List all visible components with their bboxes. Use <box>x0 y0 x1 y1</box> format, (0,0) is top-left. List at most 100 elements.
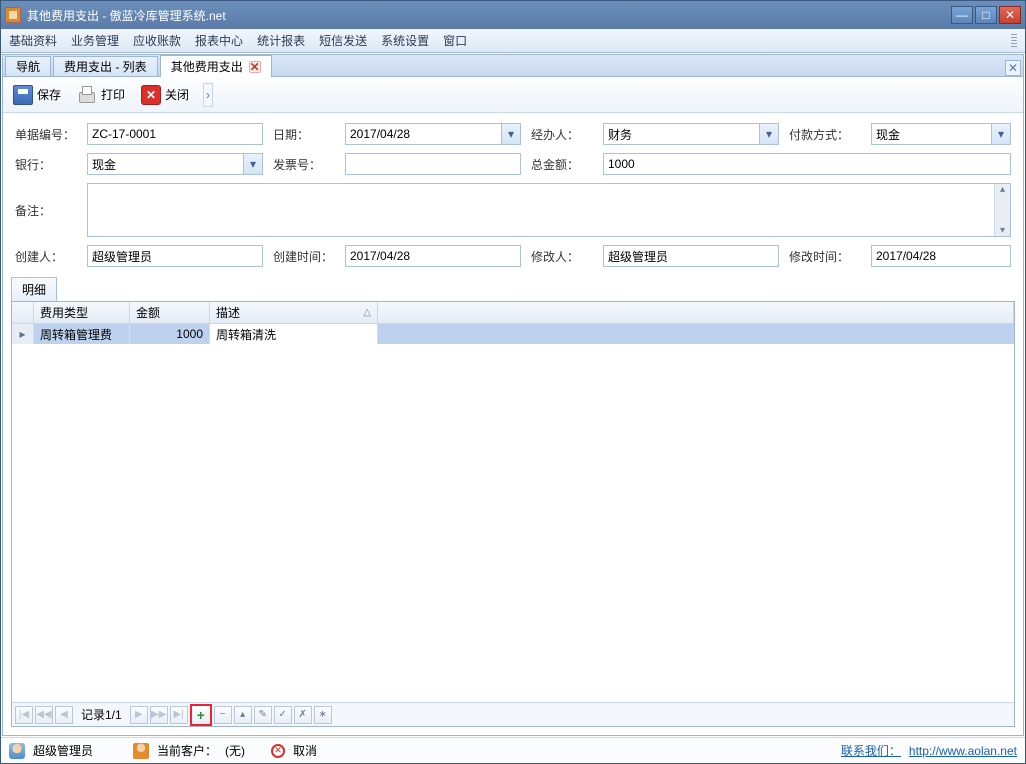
menu-sms[interactable]: 短信发送 <box>319 32 367 49</box>
nav-edit[interactable]: ✎ <box>254 706 272 724</box>
input-date[interactable]: 2017/04/28 <box>345 123 521 145</box>
input-paymethod[interactable]: 现金 <box>871 123 1011 145</box>
nav-first[interactable]: |◀ <box>15 706 33 724</box>
grid-navigator: |◀ ◀◀ ◀ 记录1/1 ▶ ▶▶ ▶| + − ▴ ✎ ✓ ✗ ∗ <box>12 702 1014 726</box>
tabbar: 导航 费用支出 - 列表 其他费用支出 ✕ ✕ <box>3 55 1023 77</box>
maximize-button[interactable]: □ <box>975 6 997 24</box>
window-title: 其他费用支出 - 傲蓝冷库管理系统.net <box>27 7 951 24</box>
menu-ar[interactable]: 应收账款 <box>133 32 181 49</box>
nav-add[interactable]: + <box>190 704 212 726</box>
textarea-scrollbar[interactable] <box>994 184 1010 236</box>
nav-next[interactable]: ▶ <box>130 706 148 724</box>
row-indicator: ▸ <box>12 324 34 344</box>
client-icon <box>133 743 149 759</box>
input-invoice[interactable] <box>345 153 521 175</box>
input-handler[interactable]: 财务 <box>603 123 779 145</box>
save-button[interactable]: 保存 <box>9 83 65 107</box>
status-client-label: 当前客户： <box>157 742 217 759</box>
nav-up[interactable]: ▴ <box>234 706 252 724</box>
col-desc[interactable]: 描述 <box>210 302 378 323</box>
label-invoice: 发票号： <box>273 156 321 173</box>
menubar: 基础资料 业务管理 应收账款 报表中心 统计报表 短信发送 系统设置 窗口 <box>1 29 1025 53</box>
label-date: 日期： <box>273 126 309 143</box>
status-url[interactable]: http://www.aolan.net <box>909 744 1017 758</box>
menu-basic[interactable]: 基础资料 <box>9 32 57 49</box>
label-modifier: 修改人： <box>531 248 579 265</box>
tab-other-expense[interactable]: 其他费用支出 ✕ <box>160 55 272 77</box>
nav-record-text: 记录1/1 <box>75 706 128 723</box>
input-total[interactable]: 1000 <box>603 153 1011 175</box>
nav-check[interactable]: ✓ <box>274 706 292 724</box>
tab-nav[interactable]: 导航 <box>5 56 51 76</box>
input-remark[interactable] <box>87 183 1011 237</box>
tab-close-icon[interactable]: ✕ <box>249 61 261 73</box>
label-paymethod: 付款方式： <box>789 126 849 143</box>
grid-header: 费用类型 金额 描述 <box>12 302 1014 324</box>
toolbar: 保存 打印 ✕ 关闭 › <box>3 77 1023 113</box>
input-creator: 超级管理员 <box>87 245 263 267</box>
col-spacer <box>378 302 1014 323</box>
nav-prevpage[interactable]: ◀◀ <box>35 706 53 724</box>
tab-nav-label: 导航 <box>16 58 40 75</box>
grid-row[interactable]: ▸ 周转箱管理费 1000 周转箱清洗 <box>12 324 1014 344</box>
label-total: 总金额： <box>531 156 579 173</box>
toolbar-overflow[interactable]: › <box>203 83 213 107</box>
detail-tab[interactable]: 明细 <box>11 277 57 301</box>
status-bar: 超级管理员 当前客户： (无) ✕ 取消 联系我们： http://www.ao… <box>1 737 1025 763</box>
menu-window[interactable]: 窗口 <box>443 32 467 49</box>
tab-other-expense-label: 其他费用支出 <box>171 58 243 75</box>
nav-more[interactable]: ∗ <box>314 706 332 724</box>
label-handler: 经办人： <box>531 126 579 143</box>
cell-type[interactable]: 周转箱管理费 <box>34 324 130 344</box>
label-billno: 单据编号： <box>15 126 75 143</box>
app-icon <box>5 7 21 23</box>
input-mtime: 2017/04/28 <box>871 245 1011 267</box>
form: 单据编号： ZC-17-0001 日期： 2017/04/28 经办人： 财务 … <box>3 113 1023 273</box>
close-button[interactable]: ✕ 关闭 <box>137 83 193 107</box>
nav-nextpage[interactable]: ▶▶ <box>150 706 168 724</box>
status-client-value: (无) <box>225 742 245 759</box>
nav-cancel[interactable]: ✗ <box>294 706 312 724</box>
status-contact[interactable]: 联系我们： <box>841 742 901 759</box>
user-icon <box>9 743 25 759</box>
input-bank[interactable]: 现金 <box>87 153 263 175</box>
cell-amount[interactable]: 1000 <box>130 324 210 344</box>
col-selector[interactable] <box>12 302 34 323</box>
detail-grid: 费用类型 金额 描述 ▸ 周转箱管理费 1000 周转箱清洗 |◀ ◀◀ ◀ 记… <box>11 301 1015 727</box>
window-close-button[interactable]: ✕ <box>999 6 1021 24</box>
status-cancel[interactable]: 取消 <box>293 742 317 759</box>
grid-body[interactable]: ▸ 周转箱管理费 1000 周转箱清洗 <box>12 324 1014 702</box>
label-creator: 创建人： <box>15 248 63 265</box>
print-icon <box>77 85 97 105</box>
cell-desc[interactable]: 周转箱清洗 <box>210 324 378 344</box>
menu-sys[interactable]: 系统设置 <box>381 32 429 49</box>
save-icon <box>13 85 33 105</box>
close-icon: ✕ <box>141 85 161 105</box>
input-ctime: 2017/04/28 <box>345 245 521 267</box>
tabbar-close-button[interactable]: ✕ <box>1005 60 1021 76</box>
minimize-button[interactable]: — <box>951 6 973 24</box>
col-amount[interactable]: 金额 <box>130 302 210 323</box>
menubar-gripper <box>1011 34 1017 48</box>
tab-list[interactable]: 费用支出 - 列表 <box>53 56 158 76</box>
col-type[interactable]: 费用类型 <box>34 302 130 323</box>
cancel-icon[interactable]: ✕ <box>271 744 285 758</box>
tab-list-label: 费用支出 - 列表 <box>64 58 147 75</box>
input-modifier: 超级管理员 <box>603 245 779 267</box>
label-ctime: 创建时间： <box>273 248 333 265</box>
detail-tabbar: 明细 <box>11 277 1015 301</box>
nav-remove[interactable]: − <box>214 706 232 724</box>
print-button[interactable]: 打印 <box>73 83 129 107</box>
label-remark: 备注： <box>15 202 51 219</box>
label-bank: 银行： <box>15 156 51 173</box>
menu-biz[interactable]: 业务管理 <box>71 32 119 49</box>
nav-last[interactable]: ▶| <box>170 706 188 724</box>
status-user: 超级管理员 <box>33 742 93 759</box>
print-label: 打印 <box>101 86 125 103</box>
label-mtime: 修改时间： <box>789 248 849 265</box>
menu-stats[interactable]: 统计报表 <box>257 32 305 49</box>
nav-prev[interactable]: ◀ <box>55 706 73 724</box>
titlebar: 其他费用支出 - 傲蓝冷库管理系统.net — □ ✕ <box>1 1 1025 29</box>
menu-report[interactable]: 报表中心 <box>195 32 243 49</box>
input-billno[interactable]: ZC-17-0001 <box>87 123 263 145</box>
